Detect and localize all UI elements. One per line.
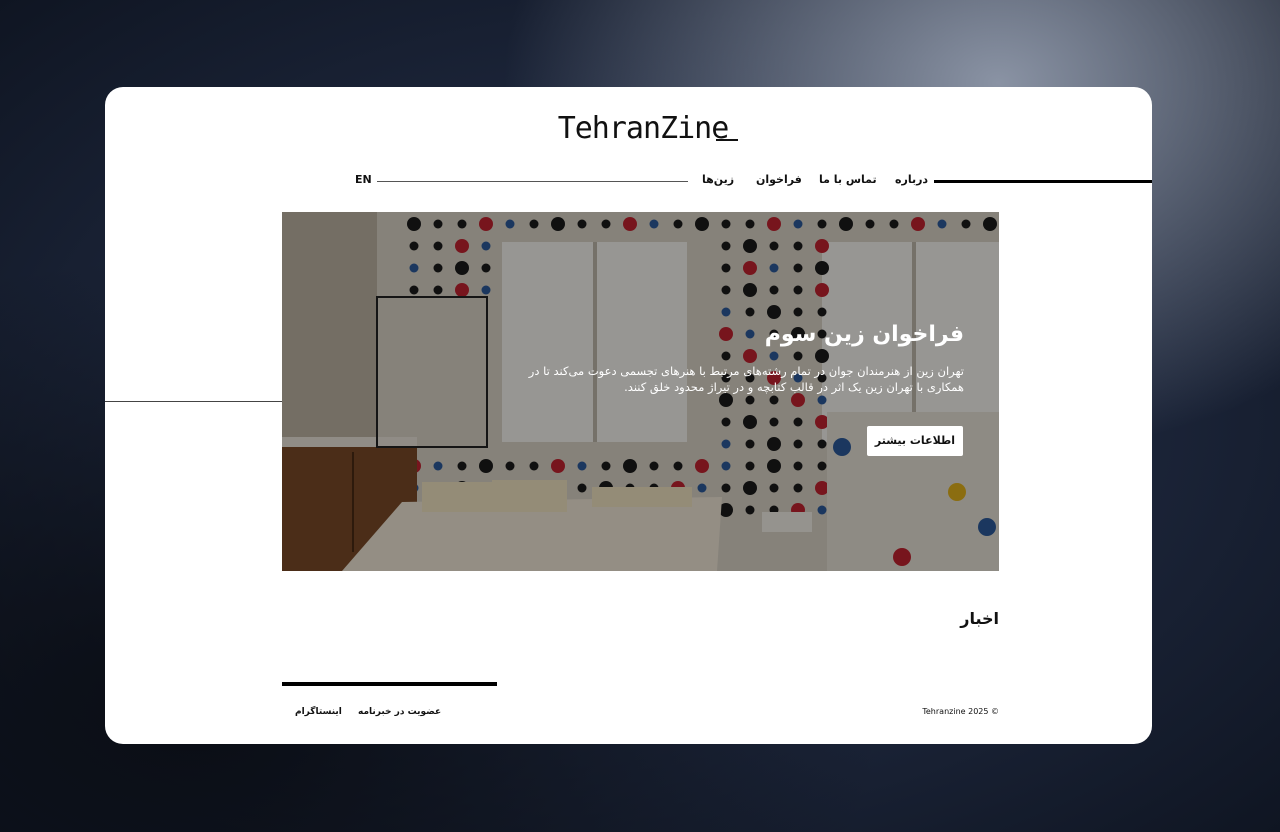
instagram-link[interactable]: اینستاگرام xyxy=(295,707,342,717)
nav-item-about[interactable]: درباره xyxy=(895,173,928,186)
nav-item-contact[interactable]: تماس با ما xyxy=(819,173,877,186)
hero-banner: فراخوان زین سوم تهران زین از هنرمندان جو… xyxy=(282,212,999,571)
nav-divider-thick xyxy=(934,180,1152,183)
page-card: TehranZine درباره تماس با ما فراخوان زین… xyxy=(105,87,1152,744)
hero-description: تهران زین از هنرمندان جوان در تمام رشته‌… xyxy=(528,364,964,394)
hero-text-block: فراخوان زین سوم تهران زین از هنرمندان جو… xyxy=(524,322,964,395)
hero-title: فراخوان زین سوم xyxy=(764,322,964,347)
nav-item-call[interactable]: فراخوان xyxy=(756,173,802,186)
news-heading: اخبار xyxy=(960,609,999,628)
nav-item-zines[interactable]: زین‌ها xyxy=(702,173,734,186)
logo-underline xyxy=(716,139,738,141)
copyright-text: Tehranzine 2025 © xyxy=(922,707,999,716)
newsletter-link[interactable]: عضویت در خبرنامه xyxy=(358,707,441,717)
side-divider xyxy=(105,401,282,402)
more-info-button[interactable]: اطلاعات بیشتر xyxy=(867,426,963,456)
footer-divider xyxy=(282,682,497,686)
nav-divider-thin xyxy=(377,181,688,182)
site-logo[interactable]: TehranZine xyxy=(543,109,743,149)
language-switch[interactable]: EN xyxy=(355,173,372,186)
